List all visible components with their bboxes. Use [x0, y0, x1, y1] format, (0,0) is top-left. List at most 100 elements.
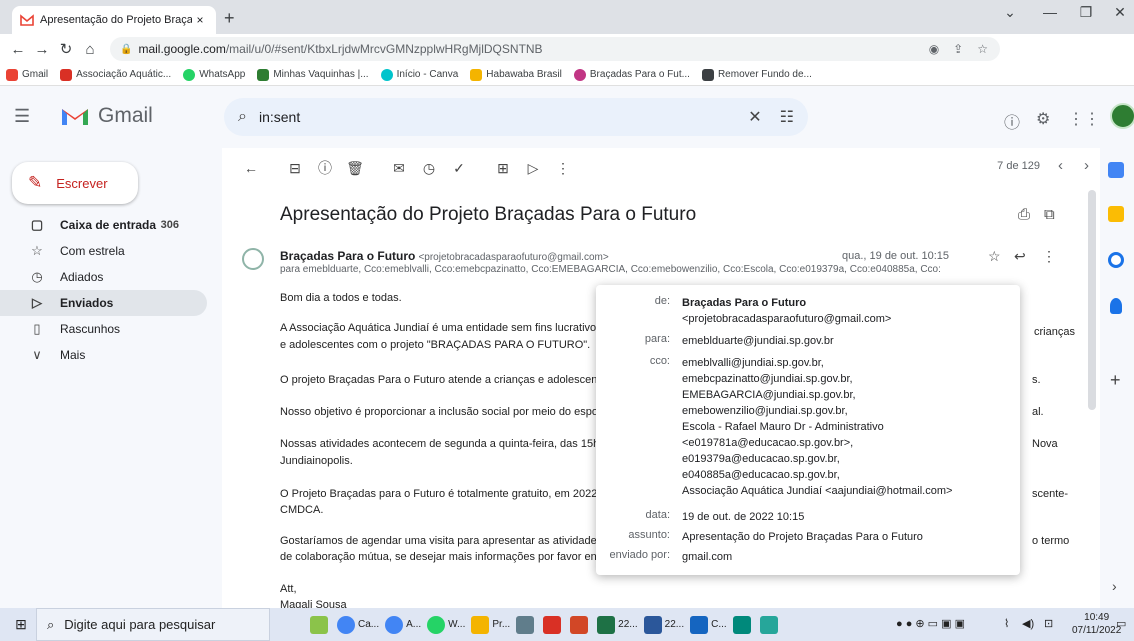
app-label: 22...: [664, 619, 685, 630]
settings-gear-icon[interactable]: ⚙: [1036, 109, 1050, 129]
forward-icon[interactable]: →: [30, 41, 54, 58]
tab-close-icon[interactable]: ×: [192, 13, 208, 27]
sidebar-item-snoozed[interactable]: ◷ Adiados: [0, 264, 207, 290]
minimize-icon[interactable]: —: [1030, 4, 1070, 20]
calendar-icon[interactable]: [1108, 162, 1124, 178]
snooze-icon[interactable]: ◷: [416, 160, 442, 177]
body-fragment: al.: [1032, 406, 1044, 418]
taskbar-app[interactable]: Pr...: [471, 614, 510, 636]
reply-icon[interactable]: ↩: [1014, 248, 1026, 265]
taskbar-app[interactable]: [516, 614, 537, 636]
sidebar-item-drafts[interactable]: ▯ Rascunhos: [0, 316, 207, 342]
tasks-icon[interactable]: [1108, 252, 1124, 268]
contacts-icon[interactable]: [1110, 298, 1122, 314]
add-addon-icon[interactable]: +: [1110, 370, 1121, 391]
message-more-icon[interactable]: ⋮: [1042, 248, 1056, 265]
back-to-list-icon[interactable]: ←: [238, 160, 264, 176]
bookmark-item[interactable]: Minhas Vaquinhas |...: [257, 68, 369, 81]
help-icon[interactable]: ⓘ: [1004, 109, 1020, 133]
mark-unread-icon[interactable]: ✉: [386, 160, 412, 177]
apps-grid-icon[interactable]: ⋮⋮: [1068, 109, 1100, 129]
back-icon[interactable]: ←: [6, 41, 30, 58]
home-icon[interactable]: ⌂: [78, 41, 102, 58]
add-task-icon[interactable]: ✓: [446, 160, 472, 177]
bcc-address: Associação Aquática Jundiaí <aajundiai@h…: [682, 485, 953, 497]
newer-icon[interactable]: ‹: [1058, 157, 1063, 174]
tab-search-icon[interactable]: ⌄: [990, 4, 1030, 21]
more-options-icon[interactable]: ⋮: [550, 160, 576, 177]
compose-button[interactable]: ✎ Escrever: [12, 162, 138, 204]
bookmark-icon: [257, 68, 270, 81]
sidebar-item-sent[interactable]: ▷ Enviados: [0, 290, 207, 316]
close-window-icon[interactable]: ✕: [1100, 4, 1134, 21]
move-to-icon[interactable]: ⊞: [490, 160, 516, 177]
taskbar-app[interactable]: [759, 614, 781, 636]
windows-start-icon[interactable]: ⊞: [6, 616, 36, 633]
bookmark-label: WhatsApp: [199, 69, 246, 80]
taskbar-app[interactable]: Ca...: [337, 614, 379, 636]
browser-tab[interactable]: Apresentação do Projeto Braçad ×: [12, 6, 216, 34]
sidebar-item-inbox[interactable]: ▢ Caixa de entrada 306: [0, 212, 207, 238]
taskbar-app[interactable]: W...: [427, 614, 465, 636]
scrollbar[interactable]: [1088, 190, 1096, 410]
recipient-summary[interactable]: para emeblduarte, Cco:emeblvalli, Cco:em…: [280, 264, 940, 275]
bookmark-item[interactable]: Habawaba Brasil: [470, 68, 562, 81]
tray-icons[interactable]: ● ● ⊕ ▭ ▣ ▣: [896, 617, 965, 630]
archive-icon[interactable]: ⊟: [282, 160, 308, 177]
location-icon[interactable]: ◉: [929, 42, 939, 56]
label-icon[interactable]: ▷: [520, 160, 546, 177]
taskbar-app[interactable]: C...: [690, 614, 727, 636]
taskbar-app[interactable]: [543, 614, 564, 636]
bookmark-item[interactable]: Gmail: [6, 68, 48, 81]
search-input[interactable]: [258, 109, 749, 125]
speaker-icon[interactable]: ⊡: [1044, 617, 1053, 630]
share-icon[interactable]: ⇪: [953, 42, 963, 56]
search-icon[interactable]: ⌕: [238, 108, 247, 126]
address-bar[interactable]: 🔒 mail.google.com /mail/u/0/#sent/KtbxLr…: [110, 37, 1000, 61]
taskbar-app[interactable]: 22...: [597, 614, 638, 636]
search-bar[interactable]: ⌕ ✕ ☷: [224, 98, 808, 136]
clear-search-icon[interactable]: ✕: [748, 107, 761, 127]
star-icon[interactable]: ☆: [988, 248, 1001, 265]
bookmark-item[interactable]: Remover Fundo de...: [701, 68, 812, 81]
taskbar-clock[interactable]: 10:49 07/11/2022: [1072, 611, 1121, 637]
new-tab-button[interactable]: +: [224, 8, 235, 29]
sender-name[interactable]: Braçadas Para o Futuro: [280, 249, 415, 263]
search-options-icon[interactable]: ☷: [780, 107, 794, 127]
open-new-window-icon[interactable]: ⧉: [1044, 206, 1055, 223]
taskbar-app[interactable]: [570, 614, 591, 636]
taskbar-app[interactable]: [732, 614, 754, 636]
taskbar-search[interactable]: ⌕ Digite aqui para pesquisar: [36, 608, 270, 641]
report-spam-icon[interactable]: ⓘ: [312, 158, 338, 178]
volume-icon[interactable]: ◀): [1022, 617, 1034, 630]
main-menu-icon[interactable]: ☰: [14, 106, 30, 127]
sender-avatar[interactable]: [242, 248, 264, 270]
bookmark-star-icon[interactable]: ☆: [977, 42, 988, 56]
app-icon: [732, 615, 751, 634]
bookmark-item[interactable]: Braçadas Para o Fut...: [573, 68, 690, 81]
taskbar-app[interactable]: 22...: [643, 614, 685, 636]
gmail-logo[interactable]: Gmail: [60, 104, 153, 128]
sidebar-item-starred[interactable]: ☆ Com estrela: [0, 238, 207, 264]
app-label: Pr...: [492, 619, 511, 630]
notifications-icon[interactable]: ▭: [1116, 617, 1126, 630]
print-icon[interactable]: ⎙: [1018, 206, 1030, 223]
taskbar-app[interactable]: A...: [385, 614, 421, 636]
delete-icon[interactable]: 🗑: [342, 160, 368, 177]
email-date: qua., 19 de out. 10:15: [842, 250, 950, 262]
reload-icon[interactable]: ↻: [54, 40, 78, 58]
network-icon[interactable]: ⌇: [1004, 617, 1009, 630]
keep-icon[interactable]: [1108, 206, 1124, 222]
show-panel-icon[interactable]: ›: [1112, 578, 1117, 594]
older-icon[interactable]: ›: [1084, 157, 1089, 174]
folder-icon: [471, 615, 490, 634]
taskbar-app[interactable]: [310, 614, 331, 636]
bookmark-label: Associação Aquátic...: [76, 69, 172, 80]
bookmark-item[interactable]: Associação Aquátic...: [60, 68, 172, 81]
bookmark-item[interactable]: WhatsApp: [183, 68, 246, 81]
clock-icon: ◷: [31, 269, 43, 284]
account-avatar[interactable]: [1110, 103, 1134, 129]
message-toolbar: ← ⊟ ⓘ 🗑 ✉ ◷ ✓ ⊞ ▷ ⋮: [222, 148, 1100, 188]
bookmark-item[interactable]: Início - Canva: [380, 68, 458, 81]
sidebar-item-more[interactable]: ∨ Mais: [0, 342, 207, 368]
